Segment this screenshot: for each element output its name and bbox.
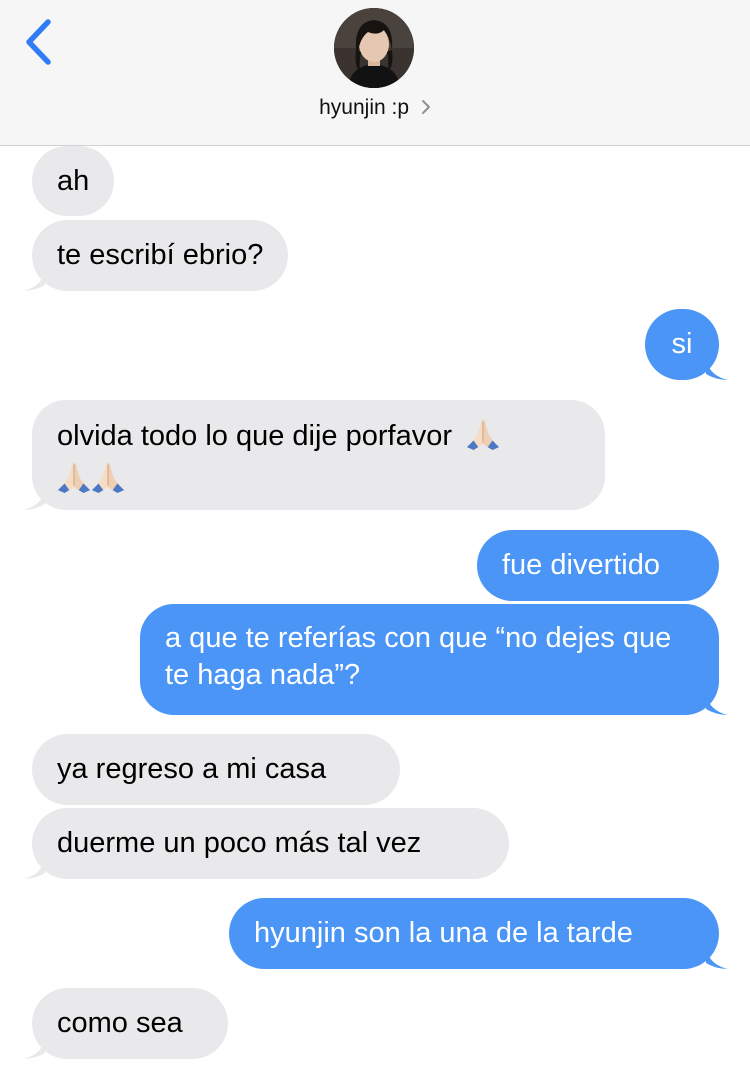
incoming-message[interactable]: ya regreso a mi casa xyxy=(32,734,400,805)
bubble-tail xyxy=(706,360,728,380)
outgoing-message[interactable]: si xyxy=(645,309,728,380)
message-text: como sea xyxy=(57,1007,183,1039)
message-text: hyunjin son la una de la tarde xyxy=(254,917,633,949)
outgoing-message[interactable]: a que te referías con que “no dejes que … xyxy=(140,604,728,715)
message-text: a que te referías con que “no dejes que … xyxy=(165,622,672,691)
contact-name: hyunjin :p xyxy=(319,96,410,119)
bubble-tail xyxy=(23,1039,45,1059)
incoming-message[interactable]: olvida todo lo que dije porfavor xyxy=(23,400,605,510)
chevron-right-icon xyxy=(421,99,430,114)
incoming-message[interactable]: como sea xyxy=(23,988,228,1059)
message-text: ya regreso a mi casa xyxy=(57,753,327,785)
incoming-message[interactable]: te escribí ebrio? xyxy=(23,220,289,291)
bubble-tail xyxy=(23,859,45,879)
messages-screen: hyunjin :p ah te escribí ebrio? si olvid… xyxy=(0,0,750,1080)
folded-hands-icon xyxy=(57,459,91,493)
message-text: duerme un poco más tal vez xyxy=(57,827,422,859)
message-text: olvida todo lo que dije porfavor xyxy=(57,420,452,452)
outgoing-message[interactable]: hyunjin son la una de la tarde xyxy=(229,898,728,969)
message-text: si xyxy=(671,328,693,360)
outgoing-message[interactable]: fue divertido xyxy=(477,530,719,601)
incoming-message[interactable]: ah xyxy=(32,146,115,216)
incoming-message[interactable]: duerme un poco más tal vez xyxy=(23,808,509,879)
bubble-tail xyxy=(706,695,728,715)
message-text: ah xyxy=(57,165,90,197)
folded-hands-icon xyxy=(91,459,125,493)
contact-name-button[interactable]: hyunjin :p xyxy=(0,96,750,120)
contact-avatar[interactable] xyxy=(334,8,414,88)
folded-hands-icon xyxy=(466,416,500,450)
avatar-photo xyxy=(334,8,414,88)
back-button[interactable] xyxy=(18,16,62,68)
message-text: fue divertido xyxy=(502,549,660,581)
bubble-tail xyxy=(23,490,45,510)
conversation-header: hyunjin :p xyxy=(0,0,750,146)
bubble-tail xyxy=(23,271,45,291)
chevron-left-icon xyxy=(26,19,51,65)
message-text: te escribí ebrio? xyxy=(57,239,264,271)
bubble-tail xyxy=(706,949,728,969)
